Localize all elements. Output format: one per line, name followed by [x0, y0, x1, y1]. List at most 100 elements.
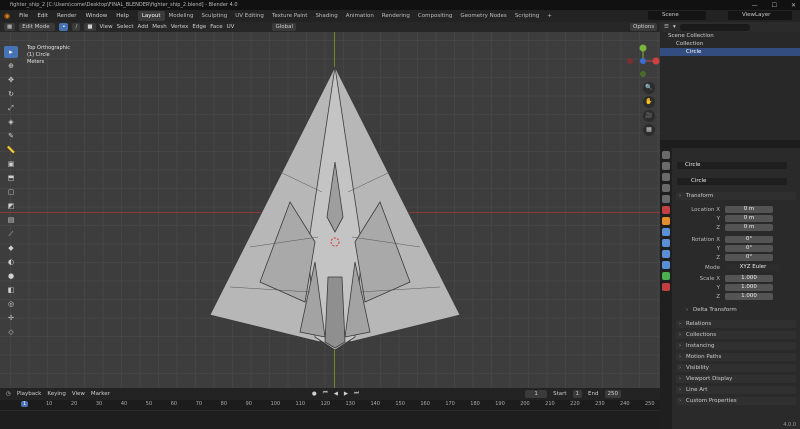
material-tab-icon[interactable]	[662, 283, 670, 291]
ortho-grid-icon[interactable]: ▦	[643, 124, 655, 136]
scale-x-field[interactable]: 1.000	[725, 275, 773, 282]
menu-select[interactable]: Select	[117, 24, 134, 30]
move-tool-icon[interactable]: ✥	[4, 74, 18, 86]
tab-uv-editing[interactable]: UV Editing	[231, 11, 268, 21]
rotation-z-field[interactable]: 0°	[725, 254, 773, 261]
vertex-select-icon[interactable]: •	[59, 23, 69, 31]
current-frame-field[interactable]: 1	[525, 389, 548, 398]
view-layer-tab-icon[interactable]	[662, 184, 670, 192]
mode-selector[interactable]: Edit Mode	[19, 23, 56, 31]
shear-tool-icon[interactable]: ✢	[4, 312, 18, 324]
physics-tab-icon[interactable]	[662, 250, 670, 258]
annotate-tool-icon[interactable]: ✎	[4, 130, 18, 142]
rotation-mode-select[interactable]: XYZ Euler	[725, 264, 781, 271]
menu-uv[interactable]: UV	[227, 24, 235, 30]
start-frame-field[interactable]: 1	[572, 389, 583, 398]
render-tab-icon[interactable]	[662, 162, 670, 170]
cursor-tool-icon[interactable]: ⊕	[4, 60, 18, 72]
custom-properties-panel[interactable]: Custom Properties	[676, 397, 796, 405]
close-icon[interactable]: ✕	[791, 2, 796, 9]
timeline-area[interactable]	[0, 410, 660, 429]
tab-animation[interactable]: Animation	[342, 11, 378, 21]
world-tab-icon[interactable]	[662, 206, 670, 214]
location-y-field[interactable]: 0 m	[725, 215, 773, 222]
add-cube-tool-icon[interactable]: ▣	[4, 158, 18, 170]
menu-view[interactable]: View	[100, 24, 113, 30]
smooth-tool-icon[interactable]: ●	[4, 270, 18, 282]
select-box-tool-icon[interactable]: ▸	[4, 46, 18, 58]
3d-viewport[interactable]: Top Orthographic (1) Circle Meters ▸ ⊕ ✥…	[0, 32, 660, 388]
tab-layout[interactable]: Layout	[137, 11, 165, 21]
tab-rendering[interactable]: Rendering	[378, 11, 414, 21]
menu-window[interactable]: Window	[83, 13, 111, 19]
poly-build-tool-icon[interactable]: ◆	[4, 242, 18, 254]
transform-orientation[interactable]: Global	[272, 23, 296, 31]
edge-slide-tool-icon[interactable]: ◧	[4, 284, 18, 296]
menu-playback[interactable]: Playback	[17, 391, 42, 397]
pan-hand-icon[interactable]: ✋	[643, 96, 655, 108]
collections-panel[interactable]: Collections	[676, 331, 796, 339]
loop-cut-tool-icon[interactable]: ▤	[4, 214, 18, 226]
tool-tab-icon[interactable]	[662, 151, 670, 159]
tab-sculpting[interactable]: Sculpting	[198, 11, 232, 21]
output-tab-icon[interactable]	[662, 173, 670, 181]
outliner-editor-icon[interactable]: ☰	[664, 24, 669, 30]
minimize-icon[interactable]: —	[752, 2, 758, 9]
navigation-gizmo[interactable]	[626, 44, 660, 78]
menu-render[interactable]: Render	[54, 13, 80, 19]
play-icon[interactable]: ▶	[344, 391, 348, 397]
object-name-field[interactable]: Circle	[677, 162, 787, 169]
shrink-fatten-tool-icon[interactable]: ◎	[4, 298, 18, 310]
maximize-icon[interactable]: ☐	[772, 2, 777, 9]
menu-add[interactable]: Add	[138, 24, 149, 30]
menu-help[interactable]: Help	[113, 13, 132, 19]
options-button[interactable]: Options	[630, 23, 658, 31]
outliner-circle[interactable]: Circle	[660, 48, 800, 56]
visibility-panel[interactable]: Visibility	[676, 364, 796, 372]
instancing-panel[interactable]: Instancing	[676, 342, 796, 350]
inset-tool-icon[interactable]: ▢	[4, 186, 18, 198]
rotate-tool-icon[interactable]: ↻	[4, 88, 18, 100]
outliner-collection[interactable]: Collection	[660, 40, 800, 48]
line-art-panel[interactable]: Line Art	[676, 386, 796, 394]
record-icon[interactable]: ●	[312, 391, 317, 397]
end-frame-field[interactable]: 250	[604, 389, 621, 398]
tab-geometry-nodes[interactable]: Geometry Nodes	[456, 11, 510, 21]
menu-file[interactable]: File	[16, 13, 31, 19]
camera-icon[interactable]: 🎥	[643, 110, 655, 122]
jump-end-icon[interactable]: ⏭	[354, 390, 359, 397]
extrude-tool-icon[interactable]: ⬒	[4, 172, 18, 184]
rotation-y-field[interactable]: 0°	[725, 245, 773, 252]
outliner-filter-icon[interactable]: ▾	[673, 24, 676, 30]
measure-tool-icon[interactable]: 📏	[4, 144, 18, 156]
object-tab-icon[interactable]	[662, 217, 670, 225]
delta-transform-panel[interactable]: Delta Transform	[683, 306, 793, 314]
particles-tab-icon[interactable]	[662, 239, 670, 247]
scale-y-field[interactable]: 1.000	[725, 284, 773, 291]
viewport-display-panel[interactable]: Viewport Display	[676, 375, 796, 383]
rip-tool-icon[interactable]: ◇	[4, 326, 18, 338]
bevel-tool-icon[interactable]: ◩	[4, 200, 18, 212]
scene-tab-icon[interactable]	[662, 195, 670, 203]
menu-marker[interactable]: Marker	[91, 391, 110, 397]
knife-tool-icon[interactable]: ⟋	[4, 228, 18, 240]
menu-edit[interactable]: Edit	[34, 13, 51, 19]
tab-shading[interactable]: Shading	[311, 11, 341, 21]
play-reverse-icon[interactable]: ◀	[334, 391, 338, 397]
zoom-icon[interactable]: 🔍	[643, 82, 655, 94]
edge-select-icon[interactable]: /	[72, 23, 81, 31]
tab-texture-paint[interactable]: Texture Paint	[268, 11, 312, 21]
motion-paths-panel[interactable]: Motion Paths	[676, 353, 796, 361]
menu-mesh[interactable]: Mesh	[152, 24, 166, 30]
timeline-ruler[interactable]: 1 10 20 30 40 50 60 70 80 90 100 110 120 130 140 150 160…	[0, 400, 660, 410]
menu-edge[interactable]: Edge	[192, 24, 206, 30]
location-z-field[interactable]: 0 m	[725, 224, 773, 231]
scale-z-field[interactable]: 1.000	[725, 293, 773, 300]
location-x-field[interactable]: 0 m	[725, 206, 773, 213]
editor-type-icon[interactable]: ▦	[4, 23, 16, 31]
scene-selector[interactable]: Scene	[648, 11, 706, 20]
fighter-ship-mesh[interactable]	[190, 62, 480, 352]
outliner-search-input[interactable]	[679, 23, 750, 31]
face-select-icon[interactable]: ■	[84, 23, 96, 31]
tab-compositing[interactable]: Compositing	[414, 11, 456, 21]
